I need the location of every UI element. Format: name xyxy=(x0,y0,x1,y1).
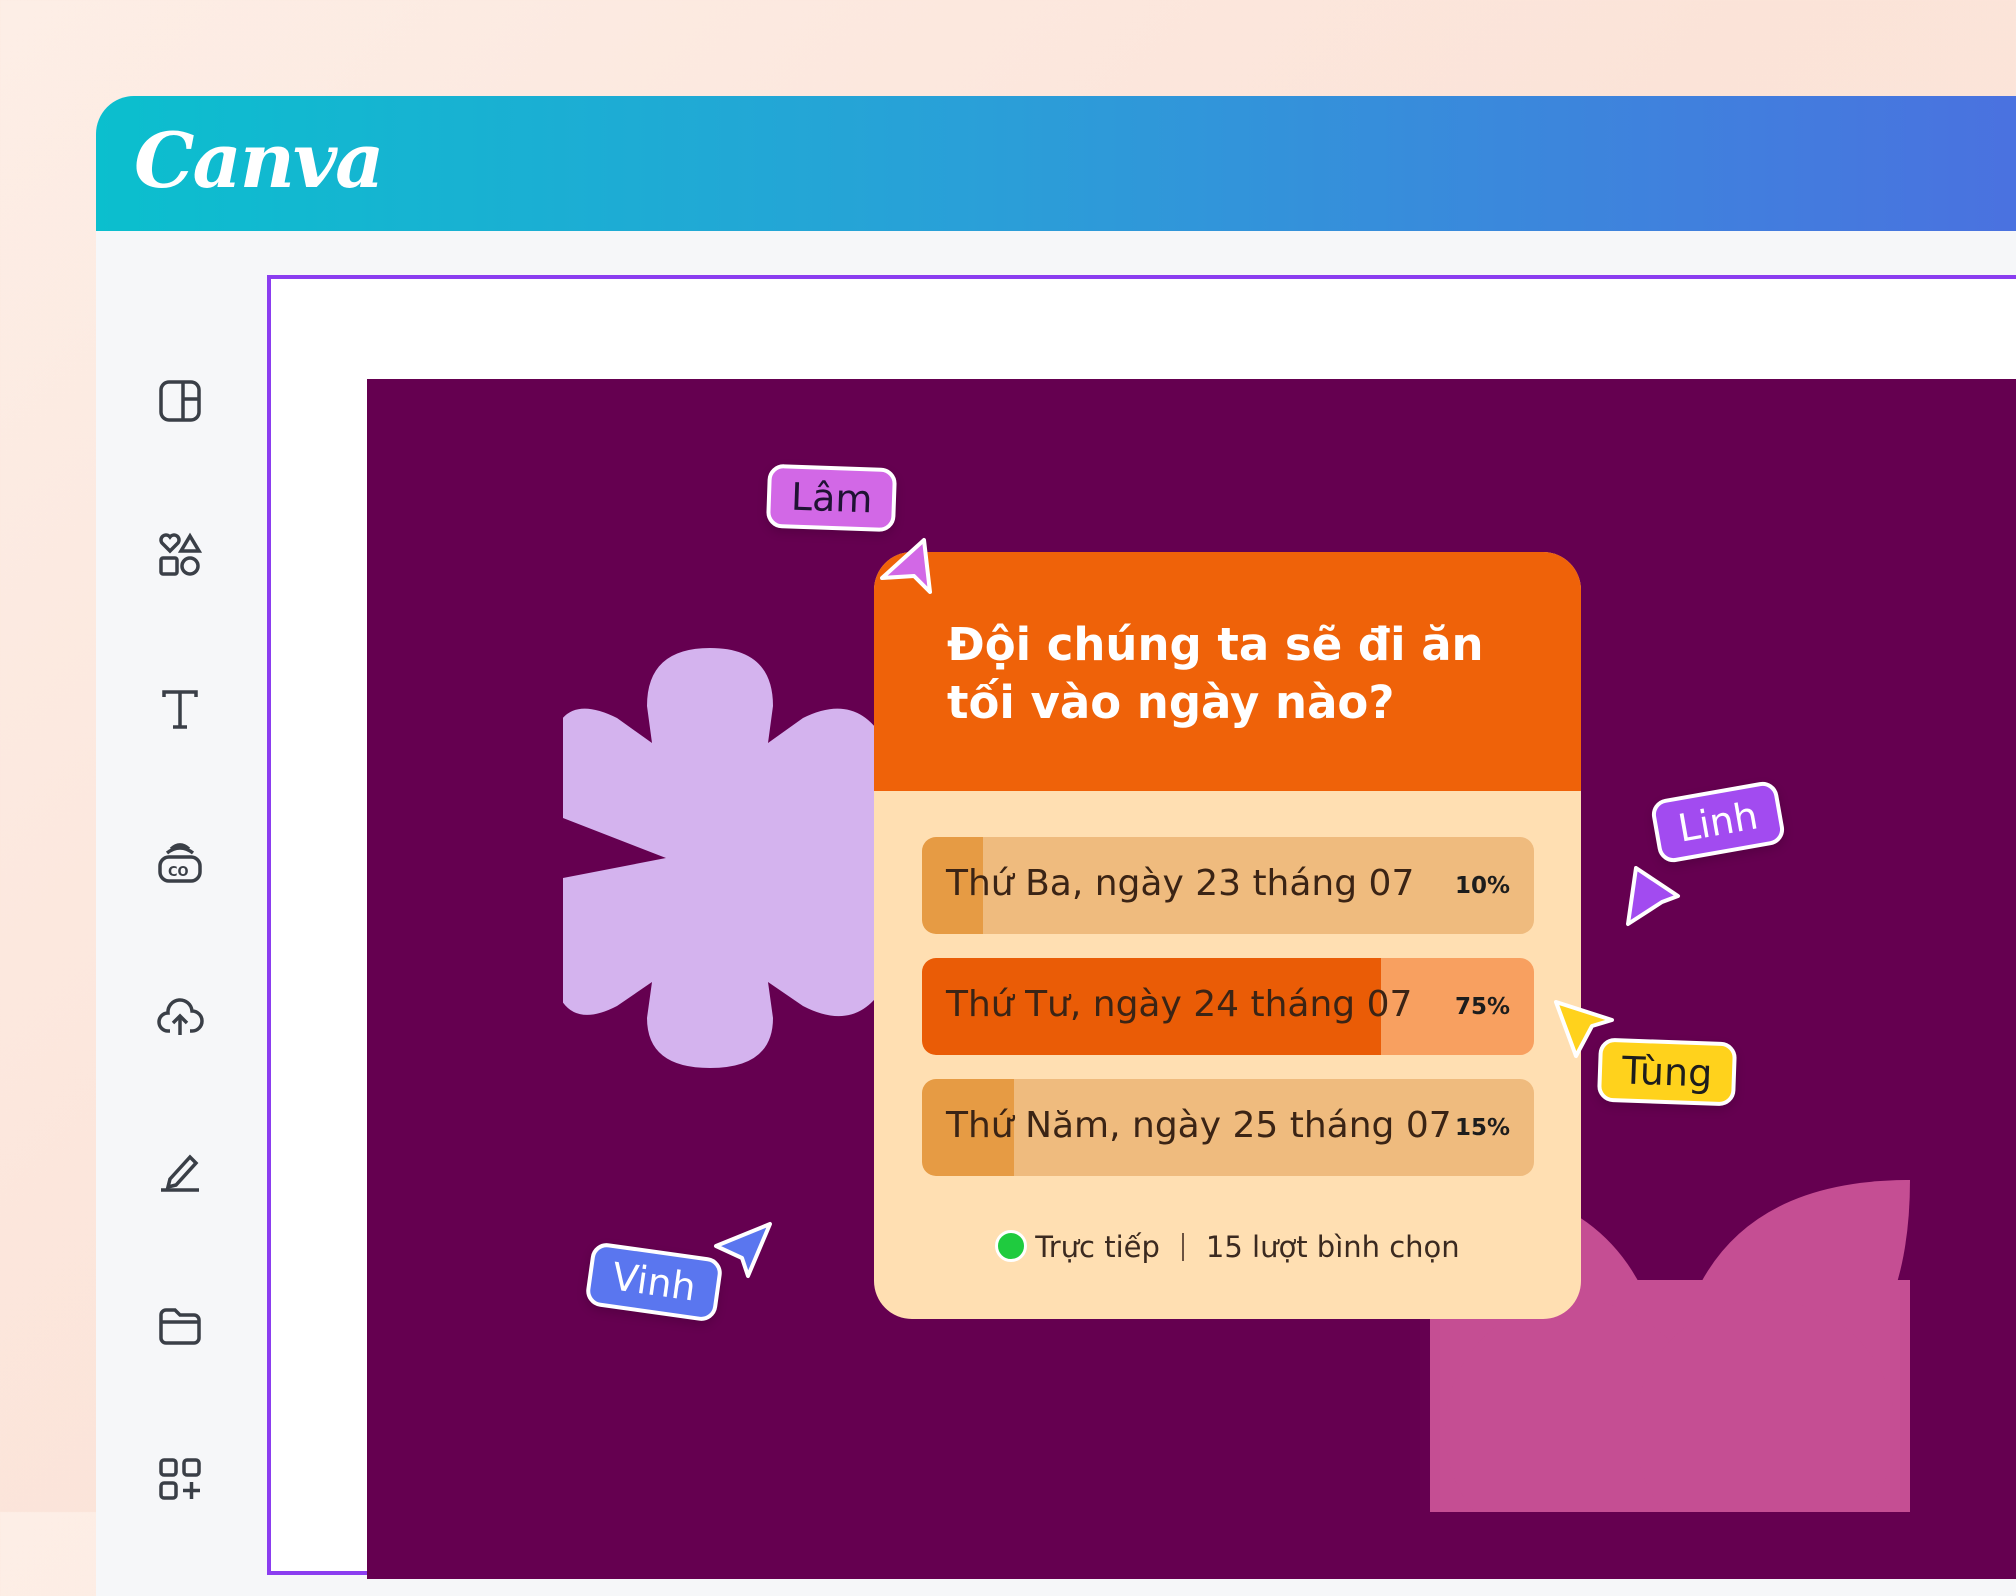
footer-divider xyxy=(1181,1233,1184,1261)
poll-header: Đội chúng ta sẽ đi ăn tối vào ngày nào? xyxy=(874,552,1581,791)
lavender-flower-shape xyxy=(563,648,883,1068)
text-icon[interactable] xyxy=(156,685,204,733)
live-status-dot xyxy=(995,1230,1028,1262)
top-bar: Canva xyxy=(96,96,2016,231)
folder-icon[interactable] xyxy=(156,1301,204,1349)
poll-option-percent: 10% xyxy=(1454,873,1510,899)
poll-option[interactable]: Thứ Năm, ngày 25 tháng 07 15% xyxy=(922,1079,1534,1176)
poll-card[interactable]: Đội chúng ta sẽ đi ăn tối vào ngày nào? … xyxy=(874,552,1581,1319)
sidebar: CO xyxy=(96,231,266,1596)
poll-option-label: Thứ Năm, ngày 25 tháng 07 xyxy=(946,1105,1452,1146)
brand-icon[interactable]: CO xyxy=(156,839,204,887)
cursor-vinh-icon xyxy=(714,1222,772,1278)
cursor-tung-icon xyxy=(1554,1000,1614,1058)
vote-count: 15 lượt bình chọn xyxy=(1205,1230,1460,1264)
cursor-lam-icon xyxy=(880,538,932,594)
poll-option-label: Thứ Tư, ngày 24 tháng 07 xyxy=(946,984,1413,1025)
poll-question: Đội chúng ta sẽ đi ăn tối vào ngày nào? xyxy=(947,618,1484,729)
cursor-linh-icon xyxy=(1626,866,1680,926)
poll-option-label: Thứ Ba, ngày 23 tháng 07 xyxy=(946,863,1415,904)
svg-text:CO: CO xyxy=(168,865,189,880)
canva-logo[interactable]: Canva xyxy=(134,116,384,205)
poll-footer: Trực tiếp 15 lượt bình chọn xyxy=(874,1230,1581,1264)
live-status-label: Trực tiếp xyxy=(1035,1230,1160,1264)
upload-cloud-icon[interactable] xyxy=(156,993,204,1041)
layout-icon[interactable] xyxy=(156,377,204,425)
poll-option-percent: 15% xyxy=(1454,1115,1510,1141)
draw-icon[interactable] xyxy=(156,1147,204,1195)
poll-option[interactable]: Thứ Ba, ngày 23 tháng 07 10% xyxy=(922,837,1534,934)
poll-option-percent: 75% xyxy=(1454,994,1510,1020)
poll-option[interactable]: Thứ Tư, ngày 24 tháng 07 75% xyxy=(922,958,1534,1055)
collaborator-tag-lam: Lâm xyxy=(765,463,898,533)
elements-icon[interactable] xyxy=(156,531,204,579)
apps-icon[interactable] xyxy=(156,1455,204,1503)
